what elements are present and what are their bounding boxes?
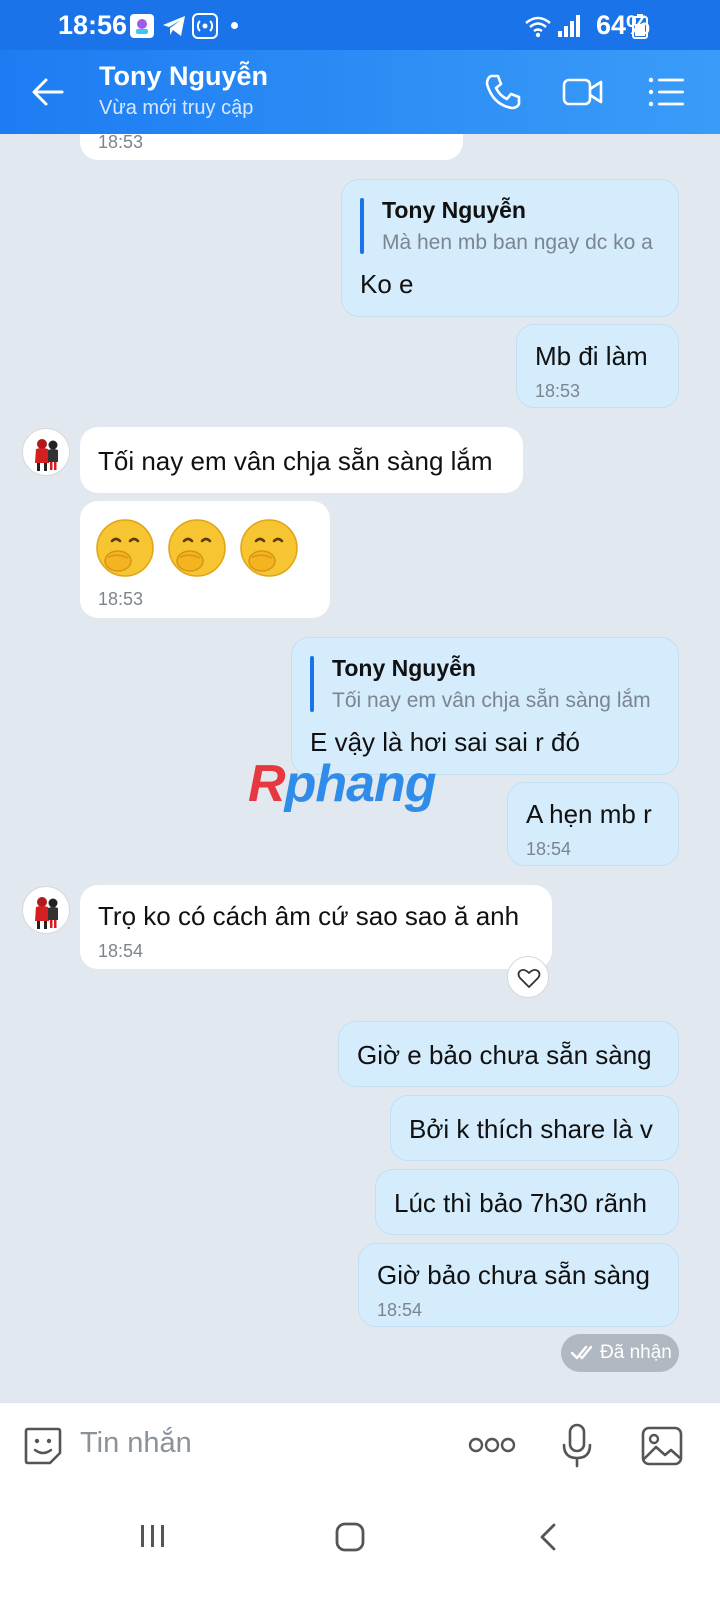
home-icon[interactable] (334, 1522, 366, 1552)
face-with-hand-over-mouth-emoji (96, 518, 299, 578)
outgoing-message[interactable]: Lúc thì bảo 7h30 rãnh (375, 1169, 679, 1235)
message-composer: Tin nhắn (0, 1402, 720, 1488)
hotspot-icon (192, 13, 218, 39)
watermark-logo: Rphang (248, 755, 437, 813)
message-input[interactable]: Tin nhắn (80, 1427, 192, 1460)
message-time: 18:54 (377, 1300, 423, 1320)
recent-apps-icon[interactable] (138, 1522, 168, 1550)
outgoing-message[interactable]: A hẹn mb r 18:54 (507, 782, 679, 866)
message-time: 18:53 (98, 132, 144, 152)
delivery-status-text: Đã nhận (600, 1342, 672, 1363)
battery-icon (632, 14, 648, 39)
message-time: 18:54 (526, 839, 572, 859)
quote-bar (310, 656, 314, 712)
back-arrow-icon[interactable] (28, 72, 68, 112)
message-text: Tối nay em vân chja sẵn sàng lắm (98, 446, 493, 476)
status-time: 18:56 (58, 10, 128, 40)
outgoing-message[interactable]: Giờ bảo chưa sẵn sàng 18:54 (358, 1243, 679, 1327)
message-text: Bởi k thích share là v (409, 1114, 653, 1144)
microphone-icon[interactable] (560, 1423, 594, 1469)
quote-text: Tối nay em vân chja sẵn sàng lắm (332, 689, 651, 712)
contact-name[interactable]: Tony Nguyễn (99, 61, 268, 92)
message-time: 18:53 (98, 589, 144, 609)
app-notification-icon (130, 14, 154, 38)
telegram-icon (163, 16, 185, 36)
double-check-icon (571, 1345, 593, 1360)
quote-sender: Tony Nguyễn (332, 655, 476, 681)
image-gallery-icon[interactable] (640, 1425, 684, 1467)
contact-avatar[interactable] (22, 886, 70, 934)
incoming-message[interactable]: Trọ ko có cách âm cứ sao sao ă anh 18:54 (80, 885, 552, 969)
outgoing-reply-message[interactable]: Tony Nguyễn Mà hen mb ban ngay dc ko a K… (341, 179, 679, 317)
notification-dot (231, 22, 238, 29)
message-text: Ko e (360, 269, 414, 299)
status-bar: 18:56 64% (0, 0, 720, 50)
system-navigation-bar (0, 1488, 720, 1600)
chat-header: Tony Nguyễn Vừa mới truy cập (0, 50, 720, 134)
avatar-image (35, 897, 58, 929)
message-time: 18:54 (98, 941, 144, 961)
message-text: A hẹn mb r (526, 799, 652, 829)
video-call-icon[interactable] (561, 70, 605, 114)
phone-call-icon[interactable] (481, 70, 525, 114)
signal-icon (558, 15, 580, 37)
heart-icon (517, 968, 541, 988)
quote-sender: Tony Nguyễn (382, 197, 526, 223)
avatar-image (35, 439, 58, 471)
more-options-icon[interactable] (468, 1435, 516, 1455)
outgoing-message[interactable]: Mb đi làm 18:53 (516, 324, 679, 408)
contact-avatar[interactable] (22, 428, 70, 476)
quote-text: Mà hen mb ban ngay dc ko a (382, 231, 653, 254)
message-text: Giờ bảo chưa sẵn sàng (377, 1260, 650, 1290)
message-text: Lúc thì bảo 7h30 rãnh (394, 1188, 647, 1218)
menu-list-icon[interactable] (644, 70, 688, 114)
message-time: 18:53 (535, 381, 581, 401)
sticker-icon[interactable] (22, 1425, 64, 1467)
system-back-icon[interactable] (537, 1522, 559, 1552)
incoming-message[interactable]: Tối nay em vân chja sẵn sàng lắm (80, 427, 523, 493)
quote-bar (360, 198, 364, 254)
wifi-icon (525, 16, 551, 38)
delivery-status-badge: Đã nhận (561, 1334, 679, 1372)
contact-status: Vừa mới truy cập (99, 97, 254, 119)
message-text: Mb đi làm (535, 341, 648, 371)
outgoing-message[interactable]: Giờ e bảo chưa sẵn sàng (338, 1021, 679, 1087)
incoming-emoji-message[interactable]: 18:53 (80, 501, 330, 618)
message-text: Giờ e bảo chưa sẵn sàng (357, 1040, 652, 1070)
message-text: Trọ ko có cách âm cứ sao sao ă anh (98, 901, 520, 931)
outgoing-message[interactable]: Bởi k thích share là v (390, 1095, 679, 1161)
reaction-button[interactable] (507, 956, 549, 998)
